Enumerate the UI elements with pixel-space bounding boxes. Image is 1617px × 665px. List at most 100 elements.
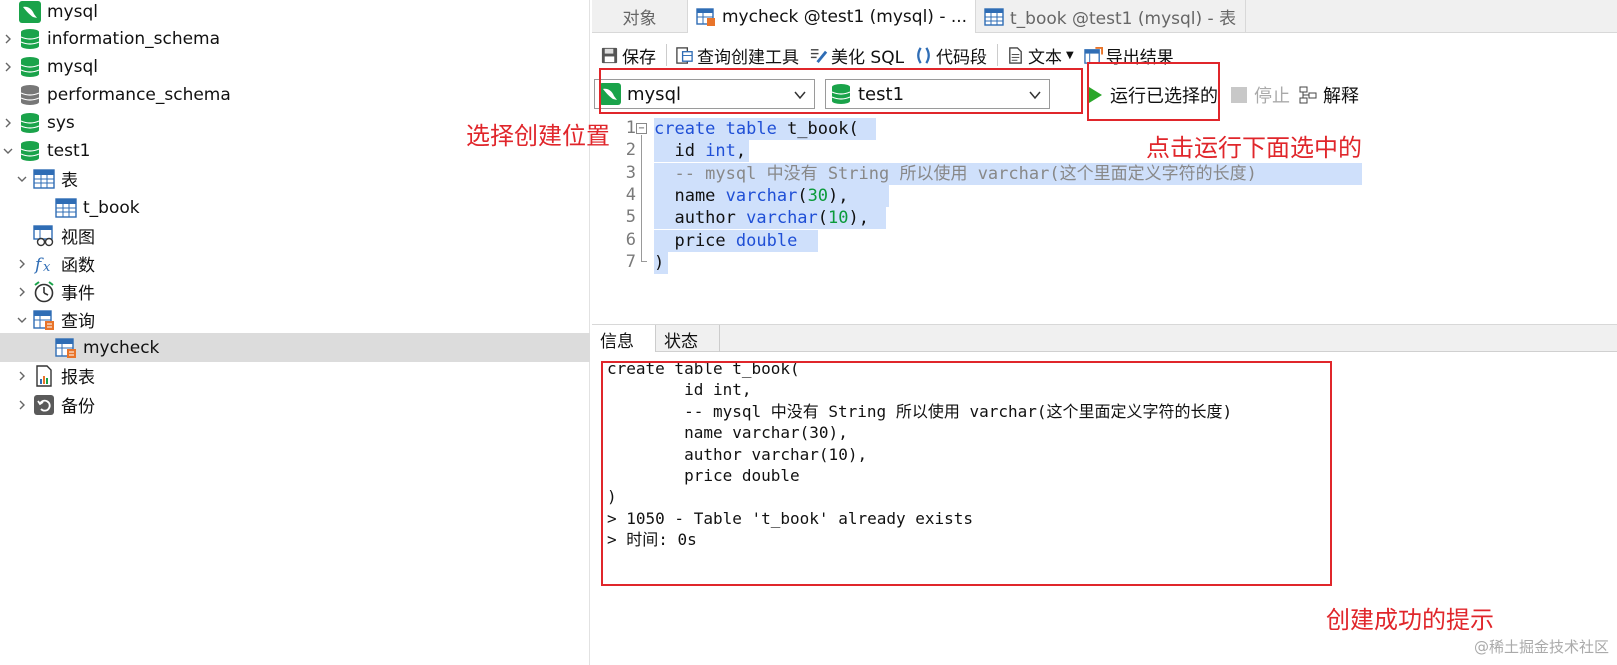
query-icon <box>55 337 77 359</box>
text-document-icon <box>1009 46 1022 64</box>
tree-item-mysql[interactable]: mysql <box>0 0 590 26</box>
code-line: id int, <box>654 140 749 163</box>
annotation-box-info <box>601 361 1332 586</box>
annotation-success-hint: 创建成功的提示 <box>1326 606 1494 634</box>
collapsed-chevron-icon[interactable] <box>14 368 30 384</box>
tree-item-查询[interactable]: 查询 <box>0 305 590 334</box>
text-token: ), <box>848 208 869 229</box>
keyword-token: varchar <box>725 185 798 206</box>
tab-table-t-book[interactable]: t_book @test1 (mysql) - 表 <box>976 0 1246 33</box>
connection-icon <box>19 0 41 23</box>
collapsed-chevron-icon[interactable] <box>14 256 30 272</box>
tab-status[interactable]: 状态 <box>656 325 720 353</box>
code-line: price double <box>654 229 818 252</box>
snippet-parentheses-icon <box>917 46 930 64</box>
view-icon <box>33 224 55 247</box>
number-token: 10 <box>828 208 849 229</box>
tree-item-label: mysql <box>47 56 98 77</box>
collapsed-chevron-icon[interactable] <box>0 31 16 47</box>
text-token: ( <box>797 185 808 206</box>
object-tree: mysql information_schema mysql performance_… <box>0 0 590 665</box>
collapsed-chevron-icon[interactable] <box>14 397 30 413</box>
fold-end <box>641 261 647 262</box>
beautify-brush-icon <box>810 48 828 63</box>
tree-item-label: mycheck <box>83 337 160 358</box>
tab-query-mycheck[interactable]: mycheck @test1 (mysql) - ... <box>688 0 976 33</box>
keyword-token: double <box>735 230 798 251</box>
text-token: author <box>654 208 747 229</box>
tree-item-label: performance_schema <box>47 84 231 105</box>
tree-item-information_schema[interactable]: information_schema <box>0 24 590 53</box>
beautify-sql-button[interactable]: 美化 SQL <box>809 43 904 68</box>
keyword-token: int <box>705 141 736 162</box>
explain-button[interactable]: 解释 <box>1299 82 1359 108</box>
tree-item-函数[interactable]: f x 函数 <box>0 249 590 278</box>
text-token: name <box>654 185 726 206</box>
tree-item-label: 报表 <box>61 368 95 388</box>
database-icon <box>19 28 41 50</box>
fold-collapse-icon[interactable]: − <box>636 123 647 134</box>
code-line: -- mysql 中没有 String 所以使用 varchar(这个里面定义字… <box>654 162 1362 185</box>
query-builder-icon <box>676 46 693 64</box>
expanded-chevron-icon[interactable] <box>0 143 16 159</box>
save-button[interactable]: 保存 <box>600 43 656 68</box>
annotation-box-run <box>1087 62 1220 121</box>
expanded-chevron-icon[interactable] <box>14 312 30 328</box>
line-number: 1 <box>625 118 636 138</box>
svg-text:x: x <box>43 260 51 275</box>
collapsed-chevron-icon[interactable] <box>14 284 30 300</box>
tree-item-备份[interactable]: 备份 <box>0 390 590 419</box>
expanded-chevron-icon[interactable] <box>14 171 30 187</box>
tab-objects[interactable]: 对象 <box>592 0 688 33</box>
database-icon <box>19 56 41 78</box>
tree-item-label: 事件 <box>61 284 95 304</box>
toolbar-divider <box>666 44 667 66</box>
annotation-select-location: 选择创建位置 <box>466 122 610 150</box>
text-token: , <box>735 141 747 162</box>
stop-button[interactable]: 停止 <box>1230 82 1290 108</box>
sql-editor[interactable]: 1 2 3 4 5 6 7 − create table t_book( id int, --… <box>592 118 1617 328</box>
table-icon <box>55 197 77 219</box>
tree-item-视图[interactable]: 视图 <box>0 221 590 250</box>
code-line: ) <box>654 251 668 274</box>
annotation-box-selectors <box>599 68 1083 114</box>
tree-item-t_book[interactable]: t_book <box>0 193 590 222</box>
tree-item-label: sys <box>47 112 75 133</box>
tree-item-label: 视图 <box>61 228 95 248</box>
event-clock-icon <box>33 280 55 303</box>
line-number: 2 <box>625 140 636 161</box>
tree-item-label: 表 <box>61 171 78 191</box>
tree-item-mycheck[interactable]: mycheck <box>0 333 590 362</box>
tree-item-表[interactable]: 表 <box>0 164 590 193</box>
text-dropdown-button[interactable]: 文本 ▼ <box>1006 43 1074 68</box>
stop-icon <box>1231 87 1247 103</box>
code-snippet-button[interactable]: 代码段 <box>914 43 987 68</box>
code-line: name varchar(30), <box>654 184 889 207</box>
tab-info[interactable]: 信息 <box>592 325 656 353</box>
collapsed-chevron-icon[interactable] <box>0 59 16 75</box>
watermark: @稀土掘金技术社区 <box>1473 638 1609 656</box>
save-icon <box>601 47 618 63</box>
tree-item-事件[interactable]: 事件 <box>0 277 590 306</box>
code-line: create table t_book( <box>654 118 876 140</box>
query-icon <box>696 7 715 26</box>
explain-icon <box>1299 86 1317 104</box>
number-token: 30 <box>807 185 829 206</box>
tree-item-label: t_book <box>83 197 140 218</box>
tree-item-mysql[interactable]: mysql <box>0 52 590 81</box>
code-line: author varchar(10), <box>654 207 886 230</box>
tree-item-报表[interactable]: 报表 <box>0 361 590 390</box>
tree-item-performance_schema[interactable]: performance_schema <box>0 80 590 109</box>
tree-item-label: test1 <box>47 140 91 161</box>
function-icon: fx <box>33 253 55 275</box>
collapsed-chevron-icon[interactable] <box>0 115 16 131</box>
text-token: ), <box>828 185 849 206</box>
query-builder-button[interactable]: 查询创建工具 <box>675 43 799 68</box>
tree-item-label: 查询 <box>61 312 95 332</box>
tree-item-label: mysql <box>47 1 98 22</box>
line-number: 6 <box>625 229 636 250</box>
query-icon <box>33 309 55 331</box>
